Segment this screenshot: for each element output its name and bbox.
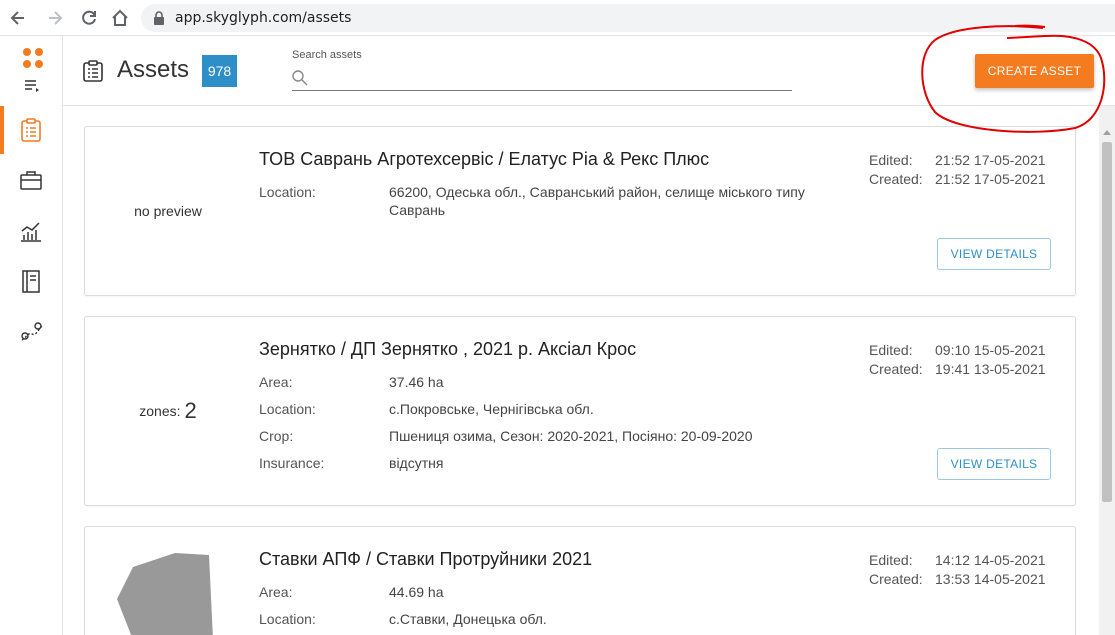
asset-preview (85, 527, 251, 635)
clipboard-icon (21, 118, 41, 142)
reload-icon[interactable] (79, 8, 99, 28)
asset-fields: Location: 66200, Одеська обл., Савранськ… (259, 183, 839, 228)
field-label: Location: (259, 401, 316, 417)
asset-count-badge: 978 (202, 55, 237, 87)
created-label: Created: (869, 171, 923, 187)
chart-icon (21, 222, 41, 242)
field-row: Area: 37.46 ha (259, 373, 839, 391)
edited-time: 14:12 14-05-2021 (935, 552, 1046, 568)
asset-meta: Edited: 21:52 17-05-2021 Created: 21:52 17… (869, 151, 1046, 189)
scroll-up-arrow-icon[interactable] (1103, 130, 1111, 135)
field-row: Crop: Пшениця озима, Сезон: 2020-2021, П… (259, 427, 839, 445)
edited-label: Edited: (869, 152, 913, 168)
url-text: app.skyglyph.com/assets (175, 10, 352, 26)
asset-preview: no preview (134, 203, 202, 219)
app-logo-icon[interactable] (22, 47, 44, 69)
asset-card: zones: 2 Зернятко / ДП Зернятко , 2021 р… (84, 316, 1076, 506)
sidebar (0, 36, 63, 635)
created-label: Created: (869, 361, 923, 377)
field-value: 66200, Одеська обл., Савранський район, … (389, 184, 805, 218)
clipboard-icon (83, 60, 103, 82)
created-time: 13:53 14-05-2021 (935, 571, 1046, 587)
field-label: Crop: (259, 428, 294, 444)
view-details-button[interactable]: VIEW DETAILS (937, 238, 1051, 270)
edited-time: 09:10 15-05-2021 (935, 342, 1046, 358)
asset-title: Зернятко / ДП Зернятко , 2021 р. Аксіал … (259, 339, 637, 359)
sidebar-item-assets[interactable] (0, 106, 62, 154)
sidebar-item-map[interactable] (0, 308, 62, 356)
asset-meta: Edited: 09:10 15-05-2021 Created: 19:41 13… (869, 341, 1046, 379)
created-time: 19:41 13-05-2021 (935, 361, 1046, 377)
created-label: Created: (869, 571, 923, 587)
zones-label: zones: (139, 403, 181, 419)
route-icon (21, 322, 43, 341)
field-value: відсутня (389, 455, 444, 471)
sidebar-item-analytics[interactable] (0, 208, 62, 256)
home-icon[interactable] (110, 8, 130, 28)
asset-meta: Edited: 14:12 14-05-2021 Created: 13:53 14… (869, 551, 1046, 589)
search-input[interactable] (292, 66, 792, 91)
back-arrow-icon[interactable] (8, 8, 28, 28)
scroll-thumb[interactable] (1102, 142, 1112, 502)
search-label: Search assets (292, 49, 362, 61)
briefcase-icon (20, 171, 42, 190)
notebook-icon (22, 270, 40, 293)
lock-icon (154, 11, 164, 25)
field-label: Location: (259, 611, 316, 627)
view-details-button[interactable]: VIEW DETAILS (937, 448, 1051, 480)
field-value: с.Ставки, Донецька обл. (389, 611, 547, 627)
edited-time: 21:52 17-05-2021 (935, 152, 1046, 168)
scrollbar[interactable] (1099, 106, 1115, 635)
create-asset-button[interactable]: CREATE ASSET (975, 54, 1094, 88)
field-label: Location: (259, 184, 316, 200)
asset-fields: Area: 37.46 ha Location: с.Покровське, Ч… (259, 373, 839, 481)
field-value: с.Покровське, Чернігівська обл. (389, 401, 594, 417)
forward-arrow-icon[interactable] (45, 8, 65, 28)
address-bar[interactable]: app.skyglyph.com/assets (141, 4, 1115, 32)
asset-card: Ставки АПФ / Ставки Протруйники 2021 Are… (84, 526, 1076, 635)
search-icon (292, 70, 308, 86)
asset-preview: zones: 2 (85, 317, 251, 505)
asset-list: no preview ТОВ Саврань Агротехсервіс / Е… (63, 106, 1099, 635)
asset-title: ТОВ Саврань Агротехсервіс / Елатус Ріа &… (259, 149, 710, 169)
field-label: Insurance: (259, 455, 325, 471)
asset-card: no preview ТОВ Саврань Агротехсервіс / Е… (84, 126, 1076, 296)
asset-fields: Area: 44.69 ha Location: с.Ставки, Донец… (259, 583, 839, 635)
edited-label: Edited: (869, 342, 913, 358)
sidebar-item-reports[interactable] (0, 258, 62, 306)
field-value: 44.69 ha (389, 584, 444, 600)
zones-count: 2 (184, 398, 197, 423)
field-row: Location: с.Ставки, Донецька обл. (259, 610, 839, 628)
field-row: Insurance: відсутня (259, 454, 839, 472)
sidebar-item-portfolio[interactable] (0, 157, 62, 205)
created-time: 21:52 17-05-2021 (935, 171, 1046, 187)
menu-toggle-icon[interactable] (24, 79, 40, 93)
field-label: Area: (259, 584, 293, 600)
page-header: Assets 978 Search assets CREATE ASSET (63, 36, 1115, 106)
field-value: Пшениця озима, Сезон: 2020-2021, Посіяно… (389, 428, 753, 444)
field-value: 37.46 ha (389, 374, 444, 390)
page-title: Assets (117, 56, 190, 83)
field-label: Area: (259, 374, 293, 390)
browser-toolbar: app.skyglyph.com/assets (0, 0, 1115, 36)
field-row: Area: 44.69 ha (259, 583, 839, 601)
field-row: Location: 66200, Одеська обл., Савранськ… (259, 183, 839, 219)
edited-label: Edited: (869, 552, 913, 568)
field-row: Location: с.Покровське, Чернігівська обл… (259, 400, 839, 418)
field-shape-preview (117, 553, 213, 635)
asset-title: Ставки АПФ / Ставки Протруйники 2021 (259, 549, 593, 569)
